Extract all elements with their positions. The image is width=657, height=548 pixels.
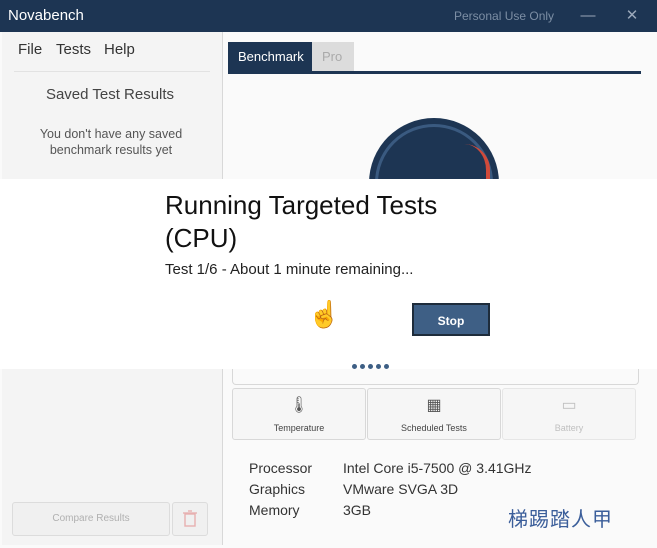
battery-button[interactable]: ▭ Battery xyxy=(502,388,636,440)
saved-results-title: Saved Test Results xyxy=(45,86,175,103)
calendar-icon: ▦ xyxy=(426,397,442,414)
trash-icon xyxy=(183,510,197,527)
delete-results-button[interactable] xyxy=(172,502,208,536)
spec-value: Intel Core i5-7500 @ 3.41GHz xyxy=(343,460,532,476)
hand-cursor-icon: ☝ xyxy=(308,299,341,329)
title-bar: Novabench Personal Use Only — ✕ xyxy=(0,0,657,32)
app-title: Novabench xyxy=(8,7,84,24)
app-window: Novabench Personal Use Only — ✕ File Tes… xyxy=(0,0,657,548)
dialog-status-text: Test 1/6 - About 1 minute remaining... xyxy=(165,261,414,278)
results-panel-border xyxy=(232,368,639,385)
saved-results-empty-message: You don't have any saved benchmark resul… xyxy=(39,127,183,157)
running-tests-dialog: Running Targeted Tests (CPU) Test 1/6 - … xyxy=(0,179,657,369)
menu-bar: File Tests Help xyxy=(2,32,222,68)
menu-help[interactable]: Help xyxy=(104,41,135,58)
menu-tests[interactable]: Tests xyxy=(56,41,91,58)
license-label: Personal Use Only xyxy=(454,9,555,23)
progress-dot xyxy=(384,364,389,369)
scheduled-tests-button[interactable]: ▦ Scheduled Tests xyxy=(367,388,501,440)
minimize-button[interactable]: — xyxy=(574,6,602,26)
compare-results-button[interactable]: Compare Results xyxy=(12,502,170,536)
spec-key: Memory xyxy=(249,502,300,518)
spec-key: Graphics xyxy=(249,481,306,497)
progress-dot xyxy=(352,364,357,369)
battery-icon: ▭ xyxy=(561,397,577,414)
temperature-button[interactable]: 🌡 Temperature xyxy=(232,388,366,440)
dialog-title: Running Targeted Tests (CPU) xyxy=(165,190,438,253)
progress-dot xyxy=(376,364,381,369)
spec-value: VMware SVGA 3D xyxy=(343,481,459,497)
temperature-label: Temperature xyxy=(273,423,325,433)
gauge-red-zone xyxy=(464,144,490,184)
progress-dot xyxy=(368,364,373,369)
spec-key: Processor xyxy=(249,460,313,476)
close-button[interactable]: ✕ xyxy=(618,6,646,26)
battery-label: Battery xyxy=(554,423,584,433)
watermark-logo: 梯踢踏人甲 xyxy=(508,507,613,531)
menu-divider xyxy=(14,71,210,72)
tab-benchmark[interactable]: Benchmark xyxy=(228,42,312,72)
spec-value: 3GB xyxy=(343,502,372,518)
tab-pro[interactable]: Pro xyxy=(312,42,354,72)
stop-button[interactable]: Stop xyxy=(412,303,490,336)
tab-underline xyxy=(228,71,641,74)
scheduled-tests-label: Scheduled Tests xyxy=(401,423,467,433)
thermometer-icon: 🌡 xyxy=(288,397,310,414)
progress-dot xyxy=(360,364,365,369)
progress-dots xyxy=(352,364,396,370)
menu-file[interactable]: File xyxy=(18,41,42,58)
